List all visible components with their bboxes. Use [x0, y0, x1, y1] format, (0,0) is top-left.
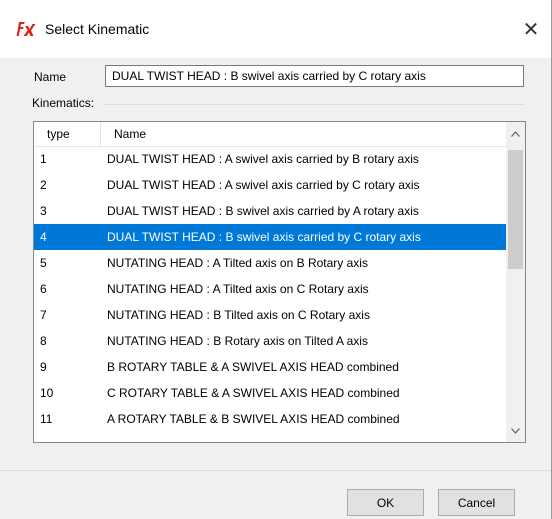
kinematics-list[interactable]: type Name 1 DUAL TWIST HEAD : A swivel ax…: [33, 121, 526, 443]
list-item[interactable]: 9 B ROTARY TABLE & A SWIVEL AXIS HEAD com…: [34, 354, 506, 380]
chevron-down-icon: [511, 427, 520, 434]
row-type: 7: [40, 308, 47, 322]
row-name: NUTATING HEAD : A Tilted axis on B Rotar…: [107, 256, 368, 270]
close-button[interactable]: ✕: [511, 14, 551, 44]
list-item[interactable]: 8 NUTATING HEAD : B Rotary axis on Tilted…: [34, 328, 506, 354]
row-name: DUAL TWIST HEAD : B swivel axis carried …: [107, 204, 419, 218]
row-type: 3: [40, 204, 47, 218]
row-name: NUTATING HEAD : B Rotary axis on Tilted …: [107, 334, 368, 348]
row-type: 9: [40, 360, 47, 374]
row-type: 2: [40, 178, 47, 192]
list-item[interactable]: 3 DUAL TWIST HEAD : B swivel axis carried…: [34, 198, 506, 224]
row-name: DUAL TWIST HEAD : A swivel axis carried …: [107, 178, 420, 192]
list-item[interactable]: 5 NUTATING HEAD : A Tilted axis on B Rota…: [34, 250, 506, 276]
scroll-down-arrow[interactable]: [506, 422, 525, 439]
list-item[interactable]: 1 DUAL TWIST HEAD : A swivel axis carried…: [34, 146, 506, 172]
column-header-type[interactable]: type: [34, 122, 101, 146]
list-rows: 1 DUAL TWIST HEAD : A swivel axis carried…: [34, 146, 506, 432]
row-type: 11: [40, 412, 53, 426]
row-type: 10: [40, 386, 54, 400]
cancel-button[interactable]: Cancel: [438, 489, 515, 516]
group-divider: [104, 104, 525, 105]
list-item[interactable]: 10 C ROTARY TABLE & A SWIVEL AXIS HEAD co…: [34, 380, 506, 406]
row-type: 4: [40, 230, 47, 244]
row-type: 8: [40, 334, 47, 348]
name-field[interactable]: DUAL TWIST HEAD : B swivel axis carried …: [105, 65, 524, 87]
row-name: NUTATING HEAD : B Tilted axis on C Rotar…: [107, 308, 370, 322]
scroll-thumb[interactable]: [508, 150, 523, 269]
row-name: C ROTARY TABLE & A SWIVEL AXIS HEAD comb…: [107, 386, 400, 400]
row-type: 6: [40, 282, 47, 296]
list-item[interactable]: 7 NUTATING HEAD : B Tilted axis on C Rota…: [34, 302, 506, 328]
scroll-up-arrow[interactable]: [506, 125, 525, 142]
title-bar[interactable]: Select Kinematic ✕: [0, 0, 551, 58]
row-name: DUAL TWIST HEAD : A swivel axis carried …: [107, 152, 419, 166]
list-header: type Name: [34, 122, 506, 147]
row-name: B ROTARY TABLE & A SWIVEL AXIS HEAD comb…: [107, 360, 399, 374]
name-label: Name: [34, 70, 67, 84]
row-name: DUAL TWIST HEAD : B swivel axis carried …: [107, 230, 421, 244]
dialog-footer: OK Cancel: [0, 470, 551, 519]
kinematics-label: Kinematics:: [32, 96, 95, 110]
chevron-up-icon: [511, 130, 520, 137]
list-item[interactable]: 2 DUAL TWIST HEAD : A swivel axis carried…: [34, 172, 506, 198]
ok-button[interactable]: OK: [347, 489, 424, 516]
close-icon: ✕: [522, 18, 540, 41]
row-name: A ROTARY TABLE & B SWIVEL AXIS HEAD comb…: [107, 412, 400, 426]
column-header-name[interactable]: Name: [102, 122, 146, 146]
list-item[interactable]: 11 A ROTARY TABLE & B SWIVEL AXIS HEAD co…: [34, 406, 506, 432]
row-type: 1: [40, 152, 47, 166]
vertical-scrollbar[interactable]: [506, 122, 525, 442]
select-kinematic-dialog: Select Kinematic ✕ Name DUAL TWIST HEAD …: [0, 0, 552, 519]
list-item[interactable]: 6 NUTATING HEAD : A Tilted axis on C Rota…: [34, 276, 506, 302]
list-item[interactable]: 4 DUAL TWIST HEAD : B swivel axis carried…: [34, 224, 506, 250]
fx-logo-icon: [16, 22, 36, 36]
row-type: 5: [40, 256, 47, 270]
window-title: Select Kinematic: [45, 21, 150, 37]
row-name: NUTATING HEAD : A Tilted axis on C Rotar…: [107, 282, 369, 296]
